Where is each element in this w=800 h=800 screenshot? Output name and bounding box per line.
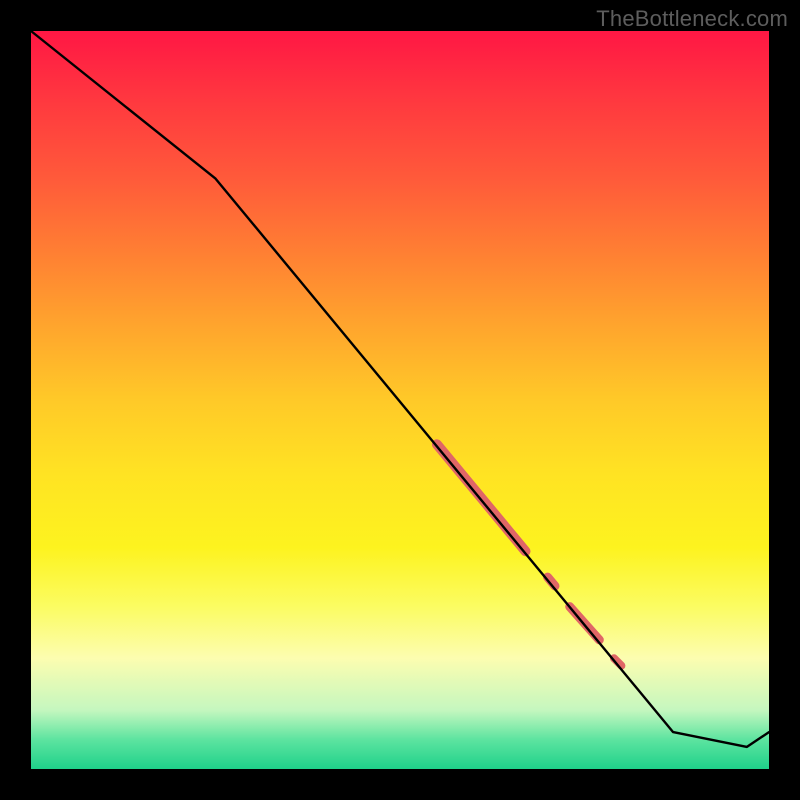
- highlight-segment: [437, 444, 526, 551]
- chart-frame: TheBottleneck.com: [0, 0, 800, 800]
- watermark-text: TheBottleneck.com: [596, 6, 788, 32]
- bottleneck-line: [31, 31, 769, 747]
- chart-svg: [31, 31, 769, 769]
- highlight-layer: [437, 444, 622, 665]
